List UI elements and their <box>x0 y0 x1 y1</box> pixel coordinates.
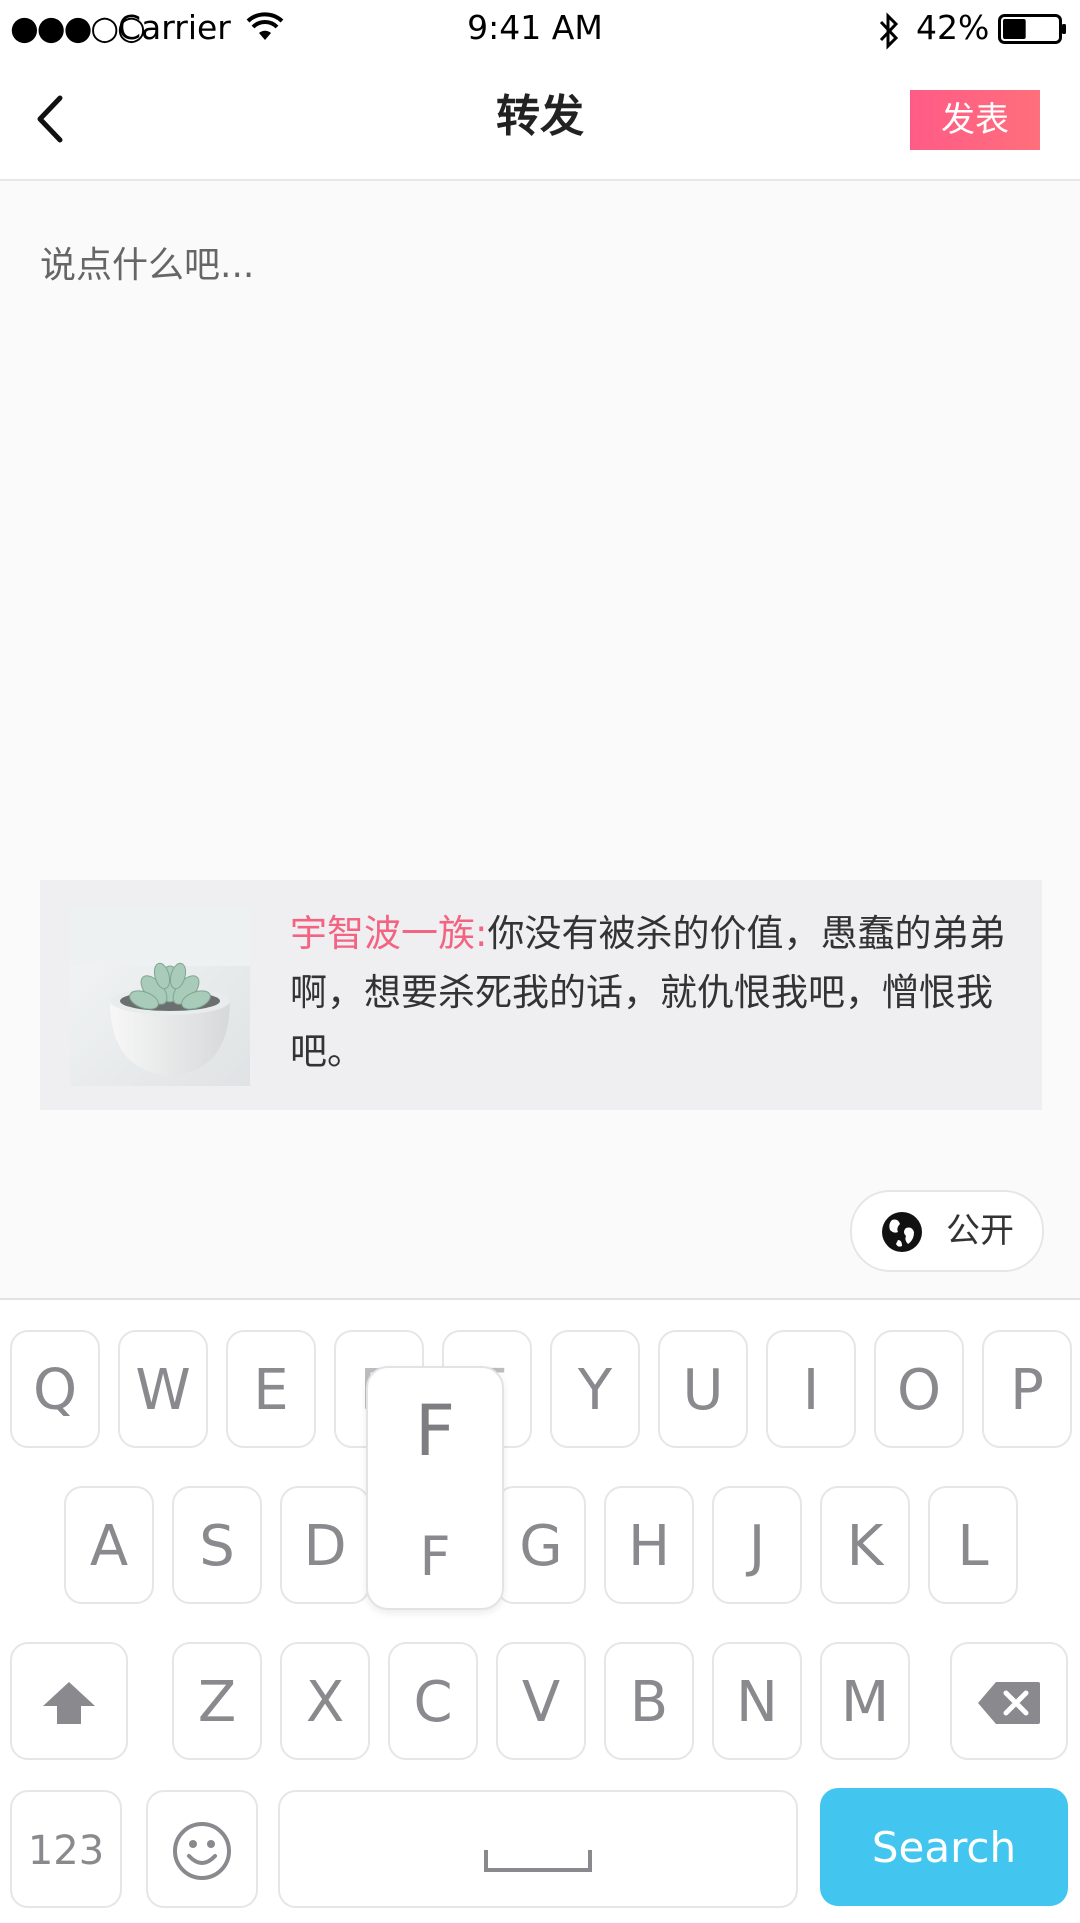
key-q[interactable]: Q <box>10 1330 100 1448</box>
key-u[interactable]: U <box>658 1330 748 1448</box>
keyboard: Q W E R T Y U I O P A S D F G H J K L Z … <box>0 1298 1080 1922</box>
space-bar-icon <box>484 1850 592 1872</box>
clock: 9:41 AM <box>467 8 603 47</box>
space-key[interactable] <box>278 1790 798 1908</box>
key-popup-base-letter: F <box>419 1525 451 1588</box>
battery-icon <box>998 14 1066 44</box>
key-o[interactable]: O <box>874 1330 964 1448</box>
key-m[interactable]: M <box>820 1642 910 1760</box>
publish-button[interactable]: 发表 <box>910 90 1040 150</box>
key-d[interactable]: D <box>280 1486 370 1604</box>
search-key[interactable]: Search <box>820 1788 1068 1906</box>
key-a[interactable]: A <box>64 1486 154 1604</box>
key-x[interactable]: X <box>280 1642 370 1760</box>
key-v[interactable]: V <box>496 1642 586 1760</box>
quoted-post-card[interactable]: 宇智波一族:你没有被杀的价值，愚蠢的弟弟啊，想要杀死我的话，就仇恨我吧，憎恨我吧… <box>40 880 1042 1110</box>
key-popup-letter: F <box>414 1390 456 1472</box>
compose-text-input[interactable] <box>40 236 1040 836</box>
shift-key[interactable] <box>10 1642 128 1760</box>
key-e[interactable]: E <box>226 1330 316 1448</box>
key-g[interactable]: G <box>496 1486 586 1604</box>
globe-icon <box>882 1212 922 1252</box>
navigation-bar: 转发 发表 <box>0 58 1080 181</box>
battery-percentage: 42% <box>916 8 990 47</box>
key-w[interactable]: W <box>118 1330 208 1448</box>
delete-key[interactable] <box>950 1642 1068 1760</box>
key-z[interactable]: Z <box>172 1642 262 1760</box>
succulent-plant-image <box>70 906 250 1086</box>
key-c[interactable]: C <box>388 1642 478 1760</box>
back-button[interactable] <box>30 92 80 146</box>
backspace-icon <box>978 1682 1040 1724</box>
key-l[interactable]: L <box>928 1486 1018 1604</box>
key-i[interactable]: I <box>766 1330 856 1448</box>
visibility-label: 公开 <box>946 1211 1014 1251</box>
numbers-key[interactable]: 123 <box>10 1790 122 1908</box>
key-press-popup: F F <box>366 1366 504 1610</box>
quoted-post-thumbnail <box>70 906 250 1086</box>
key-h[interactable]: H <box>604 1486 694 1604</box>
key-y[interactable]: Y <box>550 1330 640 1448</box>
quoted-post-author: 宇智波一族: <box>290 912 488 955</box>
quoted-post-text: 宇智波一族:你没有被杀的价值，愚蠢的弟弟啊，想要杀死我的话，就仇恨我吧，憎恨我吧… <box>290 904 1020 1081</box>
chevron-left-icon <box>37 95 63 143</box>
status-bar: ●●●○○ Carrier 9:41 AM 42% <box>0 0 1080 58</box>
shift-arrow-icon <box>43 1682 95 1724</box>
key-n[interactable]: N <box>712 1642 802 1760</box>
bluetooth-icon <box>879 12 899 50</box>
smiley-icon <box>173 1822 231 1880</box>
key-b[interactable]: B <box>604 1642 694 1760</box>
key-k[interactable]: K <box>820 1486 910 1604</box>
key-p[interactable]: P <box>982 1330 1072 1448</box>
emoji-key[interactable] <box>146 1790 258 1908</box>
key-s[interactable]: S <box>172 1486 262 1604</box>
key-j[interactable]: J <box>712 1486 802 1604</box>
visibility-selector[interactable]: 公开 <box>850 1190 1044 1272</box>
